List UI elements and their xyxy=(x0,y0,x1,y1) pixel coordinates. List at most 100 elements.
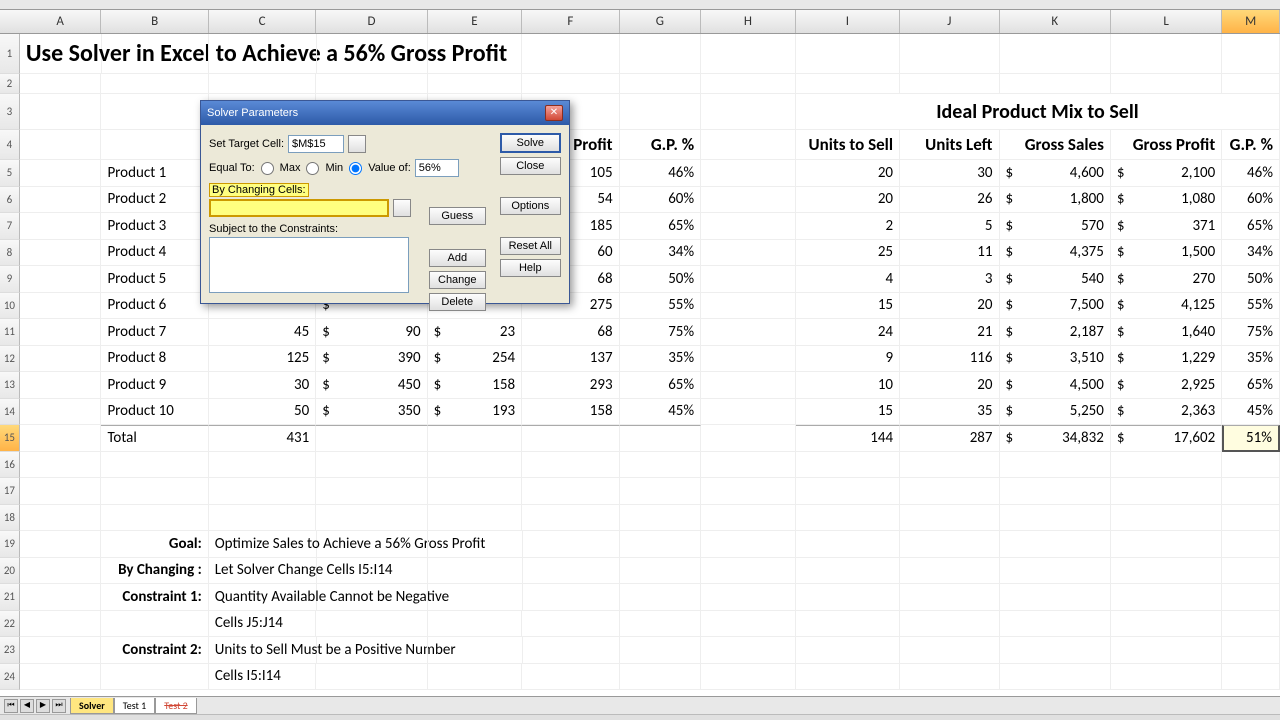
total-j: 287 xyxy=(900,425,999,452)
c1-label: Constraint 1: xyxy=(101,584,208,611)
delete-button[interactable]: Delete xyxy=(429,293,486,311)
goal-text: Optimize Sales to Achieve a 56% Gross Pr… xyxy=(209,531,317,558)
col-gross-sales: Gross Sales xyxy=(1000,130,1111,160)
valueof-input[interactable] xyxy=(415,159,459,177)
col-hdr-i[interactable]: I xyxy=(796,10,900,33)
col-units-sell: Units to Sell xyxy=(796,130,900,160)
col-gp2: G.P. % xyxy=(1222,130,1280,160)
total-label: Total xyxy=(101,425,208,452)
row-hdr[interactable]: 15 xyxy=(0,425,20,452)
total-c: 431 xyxy=(209,425,316,452)
max-radio[interactable] xyxy=(261,162,274,175)
goal-label: Goal: xyxy=(101,531,208,558)
c2-label: Constraint 2: xyxy=(101,637,208,664)
c1-text: Quantity Available Cannot be Negative xyxy=(209,584,317,611)
row-hdr[interactable]: 5 xyxy=(0,160,20,187)
close-icon[interactable]: ✕ xyxy=(545,105,563,121)
formula-bar xyxy=(0,0,1280,10)
equal-to-label: Equal To: xyxy=(209,162,255,174)
scrollbar[interactable] xyxy=(0,714,1280,720)
col-hdr-g[interactable]: G xyxy=(620,10,702,33)
sheet-tabs: ⏮ ◀ ▶ ⏭ Solver Test 1 Test 2 xyxy=(0,696,1280,714)
total-l: 17,602 xyxy=(1111,425,1222,452)
col-hdr-j[interactable]: J xyxy=(900,10,999,33)
product-name: Product 10 xyxy=(101,399,208,426)
add-button[interactable]: Add xyxy=(429,249,486,267)
guess-button[interactable]: Guess xyxy=(429,207,486,225)
product-name: Product 3 xyxy=(101,213,208,240)
product-name: Product 2 xyxy=(101,187,208,214)
min-radio[interactable] xyxy=(306,162,319,175)
col-hdr-f[interactable]: F xyxy=(522,10,619,33)
total-k: 34,832 xyxy=(1000,425,1111,452)
col-hdr-k[interactable]: K xyxy=(1000,10,1111,33)
product-name: Product 5 xyxy=(101,266,208,293)
row-hdr[interactable]: 6 xyxy=(0,187,20,214)
tab-nav-first-icon[interactable]: ⏮ xyxy=(4,699,18,713)
row-hdr[interactable]: 13 xyxy=(0,372,20,399)
col-gp: G.P. % xyxy=(620,130,702,160)
by-changing-label: By Changing Cells: xyxy=(209,183,309,197)
solve-button[interactable]: Solve xyxy=(500,133,561,153)
col-hdr-a[interactable]: A xyxy=(20,10,102,33)
col-hdr-m[interactable]: M xyxy=(1222,10,1280,33)
col-units-left: Units Left xyxy=(900,130,999,160)
change-button[interactable]: Change xyxy=(429,271,486,289)
reset-button[interactable]: Reset All xyxy=(500,237,561,255)
col-hdr-e[interactable]: E xyxy=(428,10,522,33)
product-name: Product 7 xyxy=(101,319,208,346)
col-hdr-h[interactable]: H xyxy=(701,10,795,33)
product-name: Product 8 xyxy=(101,346,208,373)
solver-dialog[interactable]: Solver Parameters ✕ Solve Close Options … xyxy=(200,100,570,304)
tab-solver[interactable]: Solver xyxy=(70,698,114,714)
row-hdr[interactable]: 4 xyxy=(0,130,20,160)
target-cell-input[interactable] xyxy=(288,135,344,153)
row-hdr[interactable]: 14 xyxy=(0,399,20,426)
dialog-titlebar[interactable]: Solver Parameters ✕ xyxy=(201,101,569,125)
constraints-list[interactable] xyxy=(209,237,409,293)
row-hdr[interactable]: 9 xyxy=(0,266,20,293)
changing-cells-input[interactable] xyxy=(209,199,389,217)
ref-picker-icon[interactable] xyxy=(348,135,366,153)
column-headers: A B C D E F G H I J K L M xyxy=(0,10,1280,34)
product-name: Product 4 xyxy=(101,240,208,267)
tab-test1[interactable]: Test 1 xyxy=(114,698,155,714)
col-hdr-b[interactable]: B xyxy=(101,10,208,33)
row-hdr[interactable]: 1 xyxy=(0,34,20,74)
total-m-selected[interactable]: 51% xyxy=(1222,425,1280,452)
c2-text: Units to Sell Must be a Positive Number xyxy=(209,637,317,664)
tab-nav-next-icon[interactable]: ▶ xyxy=(36,699,50,713)
row-hdr[interactable]: 7 xyxy=(0,213,20,240)
col-hdr-l[interactable]: L xyxy=(1111,10,1222,33)
ideal-title: Ideal Product Mix to Sell xyxy=(796,94,1280,130)
tab-test2[interactable]: Test 2 xyxy=(155,698,196,714)
help-button[interactable]: Help xyxy=(500,259,561,277)
tab-nav-last-icon[interactable]: ⏭ xyxy=(52,699,66,713)
total-i: 144 xyxy=(796,425,900,452)
row-hdr[interactable]: 2 xyxy=(0,74,20,94)
bychg-text: Let Solver Change Cells I5:I14 xyxy=(209,558,317,585)
c1b-text: Cells J5:J14 xyxy=(209,611,316,638)
col-hdr-d[interactable]: D xyxy=(316,10,427,33)
close-button[interactable]: Close xyxy=(500,157,561,175)
tab-nav-prev-icon[interactable]: ◀ xyxy=(20,699,34,713)
valueof-radio[interactable] xyxy=(349,162,362,175)
row-hdr[interactable]: 3 xyxy=(0,94,20,130)
col-hdr-c[interactable]: C xyxy=(209,10,316,33)
col-gross-profit: Gross Profit xyxy=(1111,130,1222,160)
row-hdr[interactable]: 10 xyxy=(0,293,20,320)
product-name: Product 6 xyxy=(101,293,208,320)
spreadsheet-grid[interactable]: 1 Use Solver in Excel to Achieve a 56% G… xyxy=(0,34,1280,690)
page-title: Use Solver in Excel to Achieve a 56% Gro… xyxy=(20,34,102,74)
c2b-text: Cells I5:I14 xyxy=(209,664,316,691)
row-hdr[interactable]: 12 xyxy=(0,346,20,373)
bychg-label: By Changing : xyxy=(101,558,208,585)
options-button[interactable]: Options xyxy=(500,197,561,215)
ref-picker-icon[interactable] xyxy=(393,199,411,217)
product-name: Product 1 xyxy=(101,160,208,187)
dialog-title-text: Solver Parameters xyxy=(207,107,298,119)
row-hdr[interactable]: 8 xyxy=(0,240,20,267)
set-target-label: Set Target Cell: xyxy=(209,138,284,150)
product-name: Product 9 xyxy=(101,372,208,399)
row-hdr[interactable]: 11 xyxy=(0,319,20,346)
